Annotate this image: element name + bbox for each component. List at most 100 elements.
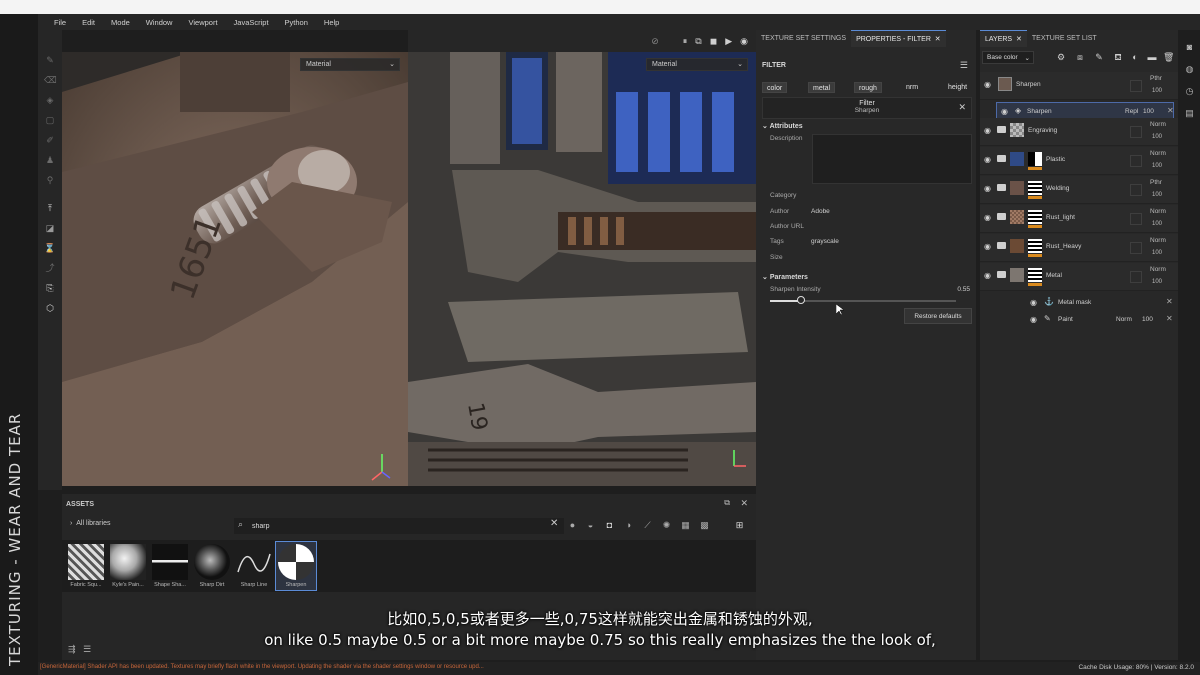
filter-materials-icon[interactable]: ● [567,520,578,531]
filter-brushes-icon[interactable]: ⟋ [642,520,653,531]
tab-texture-set-settings[interactable]: TEXTURE SET SETTINGS [756,30,851,47]
menu-file[interactable]: File [46,18,74,27]
close-icon[interactable]: ✕ [740,498,748,509]
filter-resource-slot[interactable]: Filter Sharpen ✕ [762,97,972,119]
layer-row[interactable]: ◉ Plastic Norm 100 [980,147,1178,175]
filter-environments-icon[interactable]: ▩ [699,520,710,531]
parameters-section[interactable]: ⌄ Parameters [762,273,808,281]
tab-properties-filter[interactable]: PROPERTIES - FILTER ✕ [851,30,946,47]
layer-opacity[interactable]: 100 [1152,221,1162,227]
eye-icon[interactable]: ◉ [984,271,991,280]
delete-layer-icon[interactable]: 🗑 [1163,52,1174,62]
layer-mask-slot[interactable] [1130,80,1142,92]
menu-mode[interactable]: Mode [103,18,138,27]
clear-search-icon[interactable]: ✕ [550,518,558,529]
viewport-2d-material-dropdown[interactable]: Material ⌄ [646,58,748,71]
eye-icon[interactable]: ◉ [984,184,991,193]
restore-defaults-button[interactable]: Restore defaults [904,308,972,324]
eye-icon[interactable]: ◉ [984,80,991,89]
layer-blend-mode[interactable]: Norm [1150,121,1166,128]
layer-mask-slot[interactable] [1130,126,1142,138]
search-input[interactable] [252,520,532,532]
cube-icon[interactable]: ⬡ [44,302,56,314]
remove-filter-icon[interactable]: ✕ [958,102,966,113]
layer-opacity[interactable]: 100 [1152,250,1162,256]
layer-opacity[interactable]: 100 [1152,279,1162,285]
add-folder-icon[interactable]: ▬ [1147,52,1157,62]
material-picker-icon[interactable]: ⌛ [44,242,56,254]
close-icon[interactable]: ✕ [935,36,941,43]
channel-rough[interactable]: rough [854,82,882,93]
channel-nrm[interactable]: nrm [902,82,922,93]
globe-icon[interactable]: ◍ [1184,64,1195,75]
geometry-mask-icon[interactable]: ▢ [44,114,56,126]
layer-blend-mode[interactable]: Norm [1150,266,1166,273]
color-picker-icon[interactable]: ⚲ [44,174,56,186]
brush-tool-icon[interactable]: ✎ [44,54,56,66]
eye-icon[interactable]: ◉ [984,155,991,164]
split-view-icon[interactable]: ⧉ [695,36,701,47]
eye-icon[interactable]: ◉ [984,213,991,222]
layer-row[interactable]: ◉ Rust_light Norm 100 [980,205,1178,233]
viewport-3d[interactable]: 1651 Material ⌄ [62,52,408,486]
layer-mask-slot[interactable] [1130,184,1142,196]
filter-opacity[interactable]: 100 [1143,108,1154,115]
channel-height[interactable]: height [944,82,971,93]
filter-blend-mode[interactable]: Repl [1125,108,1138,115]
menu-javascript[interactable]: JavaScript [226,18,277,27]
filter-particles-icon[interactable]: ✺ [661,520,672,531]
layer-opacity[interactable]: 100 [1152,163,1162,169]
remove-effect-icon[interactable]: ✕ [1167,106,1174,115]
filter-generators-icon[interactable]: ◑ [623,520,634,531]
hide-icon[interactable]: ⊘ [651,36,659,47]
add-paint-layer-icon[interactable]: ✎ [1094,52,1104,62]
close-icon[interactable]: ✕ [1016,36,1022,43]
filter-filters-icon[interactable]: ◘ [604,520,615,531]
polygon-fill-icon[interactable]: ◪ [44,222,56,234]
tab-texture-set-list[interactable]: TEXTURE SET LIST [1027,30,1102,47]
slider-handle[interactable] [797,296,805,304]
projection-tool-icon[interactable]: ◈ [44,94,56,106]
paint-opacity[interactable]: 100 [1142,316,1153,323]
bake-icon[interactable]: ⤒ [44,202,56,214]
filter-textures-icon[interactable]: ▦ [680,520,691,531]
pause-icon[interactable]: ⏸ [683,36,688,47]
sharpen-filter-row[interactable]: ◉ ◈ Sharpen Repl 100 ✕ [996,102,1174,119]
smudge-tool-icon[interactable]: ✐ [44,134,56,146]
eye-icon[interactable]: ◉ [984,242,991,251]
all-libraries-toggle[interactable]: › All libraries [70,520,110,527]
menu-help[interactable]: Help [316,18,347,27]
asset-sharpen[interactable]: Sharpen [275,541,317,591]
camera-video-icon[interactable]: ▶ [725,36,732,47]
menu-edit[interactable]: Edit [74,18,103,27]
add-effect-icon[interactable]: ⚙ [1056,52,1066,62]
layer-blend-mode[interactable]: Norm [1150,208,1166,215]
eye-icon[interactable]: ◉ [984,126,991,135]
layer-row[interactable]: ◉ Engraving Norm 100 [980,118,1178,146]
channel-select[interactable]: Base color ⌄ [982,51,1034,64]
cube-view-icon[interactable]: ◼ [710,36,717,47]
save-icon[interactable]: ⎘ [44,282,56,294]
menu-window[interactable]: Window [138,18,181,27]
menu-list-icon[interactable]: ☰ [960,60,968,71]
description-field[interactable] [812,134,972,184]
layer-mask-slot[interactable] [1130,213,1142,225]
layer-mask-slot[interactable] [1130,242,1142,254]
add-mask-icon[interactable]: ⧈ [1075,52,1085,62]
document-icon[interactable]: ▤ [1184,108,1195,119]
channel-color[interactable]: color [762,82,788,93]
asset-sharp-line[interactable]: Sharp Line [234,542,274,590]
paint-blend-mode[interactable]: Norm [1116,316,1132,323]
eye-icon[interactable]: ◉ [1030,298,1037,307]
layer-opacity[interactable]: 100 [1152,88,1162,94]
add-mask-color-icon[interactable]: ◐ [1130,52,1140,62]
menu-viewport[interactable]: Viewport [180,18,225,27]
layer-blend-mode[interactable]: Pthr [1150,179,1162,186]
eye-icon[interactable]: ◉ [1030,315,1037,324]
path-tool-icon[interactable]: ⤴ [44,262,56,274]
asset-shape-sharp[interactable]: Shape Sha... [150,542,190,590]
remove-effect-icon[interactable]: ✕ [1166,297,1173,306]
add-fill-layer-icon[interactable]: ⛾ [1113,52,1123,62]
channel-metal[interactable]: metal [808,82,836,93]
history-icon[interactable]: ◷ [1184,86,1195,97]
